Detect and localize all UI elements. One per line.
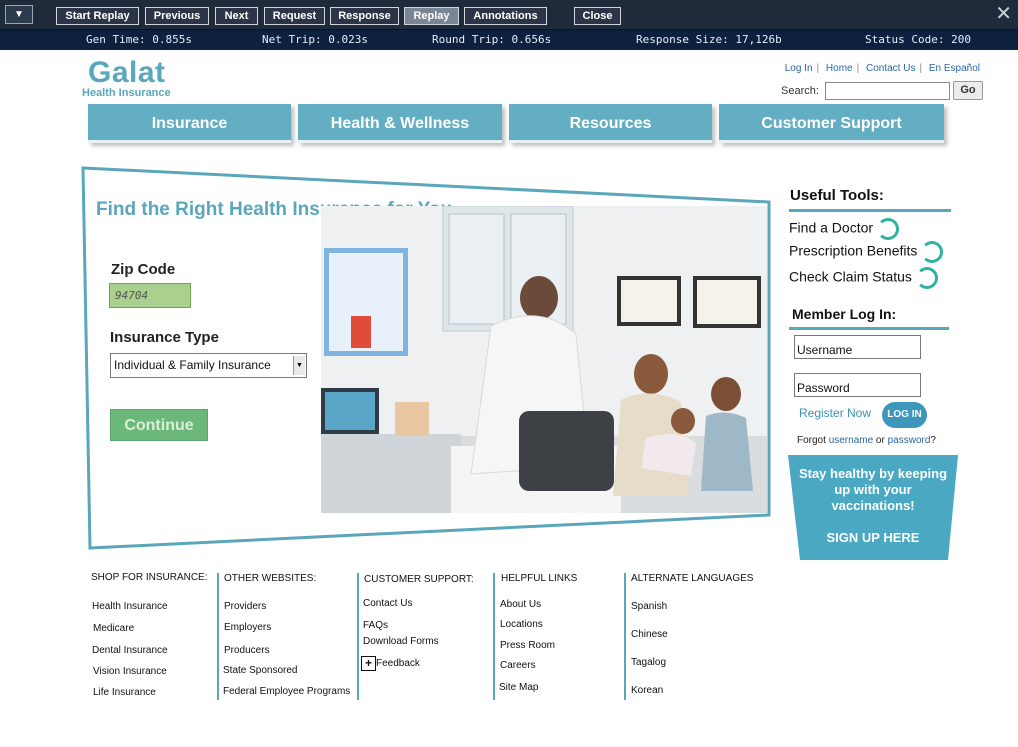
response-size: Response Size: 17,126b [636,33,782,46]
forgot-suffix: ? [930,435,936,446]
username-field[interactable]: Username [794,335,921,359]
logo[interactable]: Galat [88,56,166,90]
tool-find-doctor-label: Find a Doctor [789,219,874,236]
footer-link-health-insurance[interactable]: Health Insurance [92,601,168,612]
footer-link-spanish[interactable]: Spanish [631,601,667,612]
footer-link-producers[interactable]: Producers [224,645,270,656]
vaccination-promo-text: Stay healthy by keeping up with your vac… [798,466,948,513]
footer-divider [493,573,495,700]
start-replay-button[interactable]: Start Replay [56,7,139,25]
chevron-right-icon[interactable] [915,267,938,289]
footer-shop-title: SHOP FOR INSURANCE: [91,572,208,583]
login-link[interactable]: Log In [781,63,817,74]
footer-link-download-forms[interactable]: Download Forms [363,636,439,647]
tool-check-claim-status-label: Check Claim Status [789,268,912,285]
footer-link-state-sponsored[interactable]: State Sponsored [223,665,298,676]
password-field[interactable]: Password [794,373,921,397]
footer-link-careers[interactable]: Careers [500,660,536,671]
nav-resources[interactable]: Resources [509,104,712,143]
footer-link-feedback-label: Feedback [376,658,420,669]
sign-up-button[interactable]: SIGN UP HERE [798,530,948,545]
insurance-type-value: Individual & Family Insurance [114,358,271,372]
previous-button[interactable]: Previous [145,7,209,25]
insurance-type-select[interactable]: Individual & Family Insurance ▼ [110,353,307,378]
footer-link-vision-insurance[interactable]: Vision Insurance [93,666,167,677]
annotations-button[interactable]: Annotations [464,7,547,25]
round-trip: Round Trip: 0.656s [432,33,552,46]
register-now-link[interactable]: Register Now [799,406,871,420]
tool-prescription-benefits[interactable]: Prescription Benefits [789,241,944,263]
footer-link-faqs[interactable]: FAQs [363,620,388,631]
chevron-right-icon[interactable] [877,218,900,240]
home-link[interactable]: Home [822,63,857,74]
chevron-right-icon[interactable] [921,241,944,263]
nav-customer-support[interactable]: Customer Support [719,104,944,143]
search-go-button[interactable]: Go [953,81,983,100]
chevron-down-icon[interactable]: ▼ [293,356,305,375]
footer-link-feedback[interactable]: + Feedback [361,656,420,671]
footer-divider [624,573,626,700]
footer-support-title: CUSTOMER SUPPORT: [364,574,474,585]
stats-bar: Gen Time: 0.855s Net Trip: 0.023s Round … [0,30,1018,50]
footer-link-providers[interactable]: Providers [224,601,266,612]
tools-divider [789,209,951,212]
footer-helpful-title: HELPFUL LINKS [501,573,578,584]
tool-find-doctor[interactable]: Find a Doctor [789,218,900,240]
footer-link-tagalog[interactable]: Tagalog [631,657,666,668]
footer-link-press-room[interactable]: Press Room [500,640,555,651]
footer-divider [217,573,219,700]
replay-button[interactable]: Replay [404,7,459,25]
forgot-or: or [873,435,888,446]
footer-link-locations[interactable]: Locations [500,619,543,630]
utility-links: Log In | Home | Contact Us | En Español [781,63,984,74]
insurance-type-label: Insurance Type [110,329,219,346]
member-login-title: Member Log In: [792,306,897,322]
close-button[interactable]: Close [574,7,621,25]
zip-code-value: 94704 [115,289,149,302]
contact-us-link[interactable]: Contact Us [862,63,919,74]
useful-tools-title: Useful Tools: [790,187,884,204]
logo-subtitle: Health Insurance [82,87,171,99]
tool-check-claim-status[interactable]: Check Claim Status [789,267,938,289]
zip-code-input[interactable]: 94704 [109,283,191,308]
response-button[interactable]: Response [330,7,399,25]
search-label: Search: [781,85,819,97]
footer-link-chinese[interactable]: Chinese [631,629,668,640]
zip-code-label: Zip Code [111,261,176,278]
continue-button[interactable]: Continue [110,409,208,441]
next-button[interactable]: Next [215,7,258,25]
nav-insurance[interactable]: Insurance [88,104,291,143]
request-button[interactable]: Request [264,7,325,25]
footer-other-title: OTHER WEBSITES: [224,573,317,584]
gen-time: Gen Time: 0.855s [86,33,192,46]
footer-link-dental-insurance[interactable]: Dental Insurance [92,645,168,656]
en-espanol-link[interactable]: En Español [925,63,984,74]
footer-divider [357,573,359,700]
footer-link-contact-us[interactable]: Contact Us [363,598,412,609]
plus-icon: + [361,656,376,671]
footer-languages-title: ALTERNATE LANGUAGES [631,573,754,584]
footer-link-federal-employee-programs[interactable]: Federal Employee Programs [223,686,350,697]
footer-link-about-us[interactable]: About Us [500,599,541,610]
toolbar-menu-dropdown[interactable]: ▼ [5,5,33,24]
footer-link-employers[interactable]: Employers [224,622,271,633]
login-button[interactable]: LOG IN [882,402,927,428]
forgot-credentials: Forgot username or password? [797,435,936,446]
forgot-password-link[interactable]: password [888,435,931,446]
search-input[interactable] [825,82,950,100]
footer-link-medicare[interactable]: Medicare [93,623,134,634]
nav-health-wellness[interactable]: Health & Wellness [298,104,502,143]
net-trip: Net Trip: 0.023s [262,33,368,46]
close-icon[interactable]: ✕ [995,4,1012,24]
forgot-username-link[interactable]: username [829,435,873,446]
replay-toolbar: ▼ Start Replay Previous Next Request Res… [0,0,1018,30]
footer-link-korean[interactable]: Korean [631,685,663,696]
tool-prescription-benefits-label: Prescription Benefits [789,242,918,259]
doctor-family-photo [321,206,767,513]
status-code: Status Code: 200 [865,33,971,46]
footer-link-life-insurance[interactable]: Life Insurance [93,687,156,698]
forgot-prefix: Forgot [797,435,829,446]
footer-link-site-map[interactable]: Site Map [499,682,538,693]
member-login-divider [789,327,949,330]
